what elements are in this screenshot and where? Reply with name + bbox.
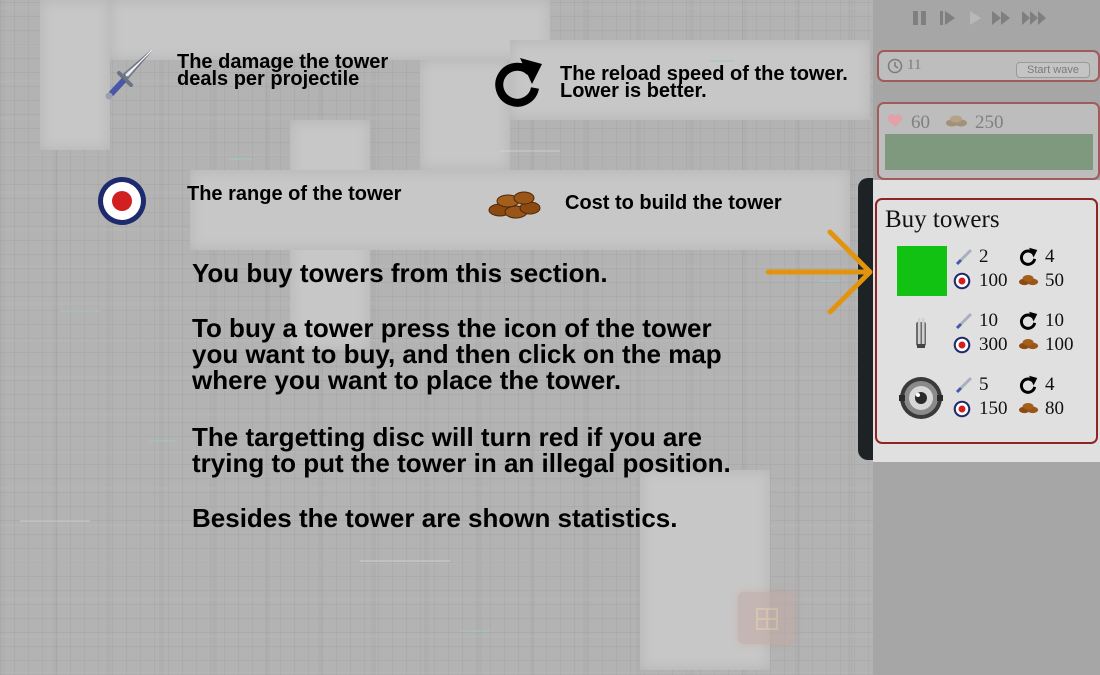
tower-cost: 50 xyxy=(1045,270,1064,291)
coins-icon xyxy=(946,115,967,127)
green-square-tower-icon[interactable] xyxy=(897,246,947,296)
fast-forward-icon[interactable] xyxy=(991,10,1013,26)
sword-icon xyxy=(955,248,973,266)
tower-row: 2 4 100 50 xyxy=(873,242,1100,300)
clock-icon xyxy=(887,58,903,74)
reload-icon xyxy=(1020,375,1038,394)
tower-reload: 4 xyxy=(1045,246,1055,267)
tower-range: 300 xyxy=(979,334,1008,355)
tutorial-paragraph: To buy a tower press the icon of the tow… xyxy=(192,313,722,395)
step-icon[interactable] xyxy=(939,10,957,26)
buy-towers-panel: Buy towers 2 4 100 50 10 10 300 100 5 4 … xyxy=(873,180,1100,462)
speed-controls xyxy=(873,0,1100,40)
pointer-arrow-icon xyxy=(766,229,873,315)
reload-icon xyxy=(1020,311,1038,330)
range-target-icon xyxy=(953,336,971,354)
wave-number: 11 xyxy=(907,57,922,73)
lives-value: 60 xyxy=(911,112,930,133)
tower-range: 150 xyxy=(979,398,1008,419)
range-target-icon xyxy=(953,272,971,290)
status-panel: 60 250 xyxy=(877,102,1100,180)
tower-row: 5 4 150 80 xyxy=(873,370,1100,428)
range-target-icon xyxy=(98,177,146,225)
tutorial-paragraph: Besides the tower are shown statistics. xyxy=(192,503,678,533)
coins-icon xyxy=(488,191,541,219)
range-legend-text: The range of the tower xyxy=(187,183,402,205)
coins-icon xyxy=(1018,339,1039,350)
money-value: 250 xyxy=(975,112,1004,133)
tower-damage: 10 xyxy=(979,310,998,331)
cost-legend-text: Cost to build the tower xyxy=(565,192,782,214)
tower-cost: 80 xyxy=(1045,398,1064,419)
sword-icon xyxy=(955,376,973,394)
heart-icon xyxy=(887,114,903,127)
coins-icon xyxy=(1018,403,1039,414)
tower-damage: 2 xyxy=(979,246,989,267)
orb-turret-tower-icon[interactable] xyxy=(895,372,947,424)
reload-icon xyxy=(495,58,542,107)
coins-icon xyxy=(1018,275,1039,286)
reload-icon xyxy=(1020,247,1038,266)
tower-range: 100 xyxy=(979,270,1008,291)
buy-towers-title: Buy towers xyxy=(885,206,1000,233)
cannon-tower-icon[interactable] xyxy=(895,308,947,360)
pause-icon[interactable] xyxy=(911,10,929,26)
sword-icon xyxy=(105,49,153,100)
damage-legend-text: The damage the tower deals per projectil… xyxy=(177,51,389,90)
fastest-forward-icon[interactable] xyxy=(1021,10,1051,26)
sword-icon xyxy=(955,312,973,330)
tower-cost: 100 xyxy=(1045,334,1074,355)
tower-reload: 10 xyxy=(1045,310,1064,331)
start-wave-button[interactable]: Start wave xyxy=(1016,62,1090,78)
tower-damage: 5 xyxy=(979,374,989,395)
reload-legend-text: The reload speed of the tower. Lower is … xyxy=(560,63,848,102)
tower-reload: 4 xyxy=(1045,374,1055,395)
tutorial-paragraph: The targetting disc will turn red if you… xyxy=(192,422,731,478)
wave-panel: 11 Start wave xyxy=(877,50,1100,82)
range-target-icon xyxy=(953,400,971,418)
tower-row: 10 10 300 100 xyxy=(873,306,1100,364)
health-bar xyxy=(885,134,1093,170)
play-icon[interactable] xyxy=(967,10,983,26)
